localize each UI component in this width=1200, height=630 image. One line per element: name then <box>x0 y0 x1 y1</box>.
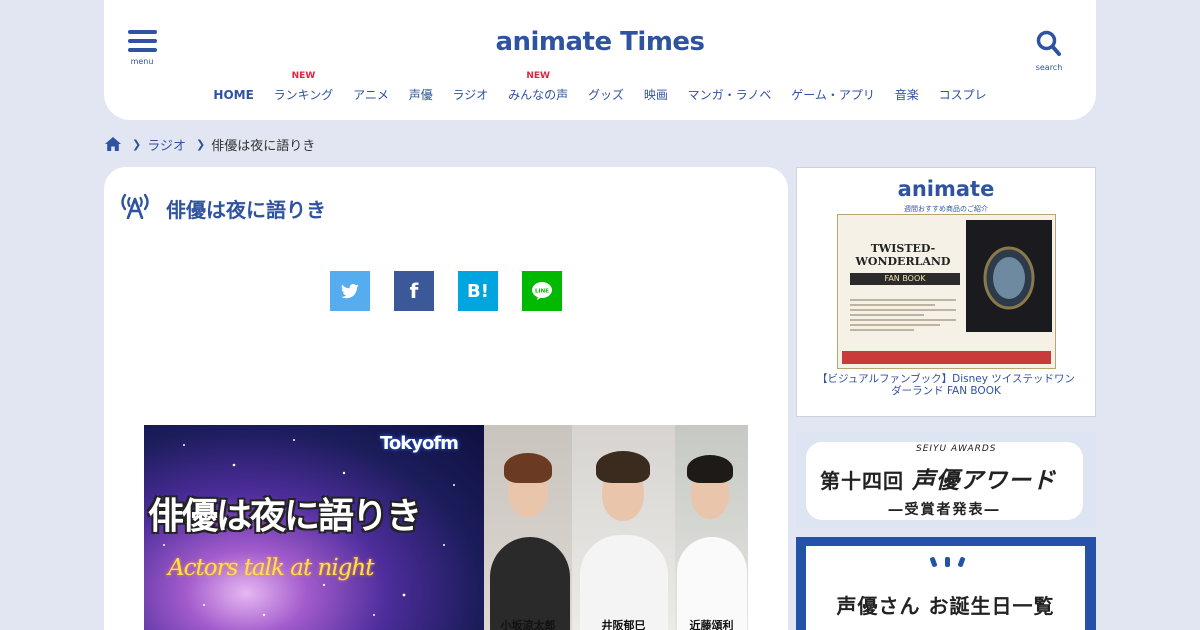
cast-name: 近藤頌利 <box>689 619 734 630</box>
global-nav: HOME NEW ランキング アニメ 声優 ラジオ NEW みんなの声 グッズ 映画… <box>104 71 1096 103</box>
cast-photo: 井阪郁巳 <box>572 425 675 630</box>
product-image: TWISTED-WONDERLAND FAN BOOK <box>837 214 1056 369</box>
line-icon: LINE <box>532 282 552 300</box>
nav-music[interactable]: 音楽 <box>895 86 919 103</box>
breadcrumb: ❯ ラジオ ❯ 俳優は夜に語りき <box>104 134 315 154</box>
home-icon[interactable] <box>104 136 122 152</box>
award-subtitle: ―受賞者発表― <box>888 502 1001 518</box>
nav-radio[interactable]: ラジオ <box>453 86 489 103</box>
cast-name: 井阪郁巳 <box>601 619 646 630</box>
line-share-button[interactable]: LINE <box>522 271 562 311</box>
site-logo[interactable]: animate Times <box>104 27 1096 57</box>
search-icon <box>1036 30 1061 56</box>
nav-label: アニメ <box>353 88 389 102</box>
animate-logo: animate <box>897 177 995 201</box>
nav-label: HOME <box>213 88 254 102</box>
nav-label: 音楽 <box>894 88 919 102</box>
ad-caption: 【ビジュアルファンブック】Disney ツイステッドワンダーランド FAN BO… <box>817 373 1075 397</box>
cast-photo: 近藤頌利 <box>675 425 748 630</box>
ad-tagline: 週間おすすめ商品のご紹介 <box>904 205 988 213</box>
book-title: TWISTED-WONDERLAND <box>855 242 951 268</box>
accent-mark <box>929 556 938 568</box>
nav-label: 声優 <box>408 88 433 102</box>
nav-label: マンガ・ラノベ <box>687 88 772 102</box>
book-band: FAN BOOK <box>850 273 960 285</box>
birthday-text: 声優さん お誕生日一覧 <box>836 594 1055 618</box>
site-header: menu animate Times search HOME NEW ランキング … <box>104 0 1096 120</box>
nav-cosplay[interactable]: コスプレ <box>939 86 987 103</box>
award-en: SEIYU AWARDS <box>916 444 997 454</box>
nav-manga[interactable]: マンガ・ラノベ <box>688 86 772 103</box>
main-content: 俳優は夜に語りき f B! LINE Tokyofm 俳優は夜に語りき Acto… <box>104 167 788 630</box>
mirror-art <box>983 246 1035 310</box>
nav-movie[interactable]: 映画 <box>644 86 668 103</box>
new-badge: NEW <box>526 71 550 81</box>
birthday-card: 声優さん お誕生日一覧 <box>806 546 1085 630</box>
nav-label: グッズ <box>587 88 624 102</box>
chevron-right-icon: ❯ <box>132 137 142 151</box>
award-prefix: 第十四回 <box>820 469 904 493</box>
product-ad[interactable]: animate 週間おすすめ商品のご紹介 TWISTED-WONDERLAND … <box>796 167 1096 417</box>
book-text-lines <box>850 299 956 334</box>
nav-goods[interactable]: グッズ <box>588 86 624 103</box>
nav-home[interactable]: HOME <box>213 88 253 102</box>
facebook-icon: f <box>409 279 419 303</box>
banner-subtitle: Actors talk at night <box>168 555 374 581</box>
banner-title: 俳優は夜に語りき <box>148 496 422 537</box>
menu-label: menu <box>130 57 154 66</box>
book-art <box>966 220 1052 332</box>
seiyu-awards-banner[interactable]: SEIYU AWARDS 第十四回 声優アワード ―受賞者発表― <box>796 432 1096 528</box>
nav-minna-no-koe[interactable]: NEW みんなの声 <box>508 71 569 103</box>
chevron-right-icon: ❯ <box>195 137 206 151</box>
facebook-share-button[interactable]: f <box>394 271 434 311</box>
accent-mark <box>945 557 950 567</box>
new-badge: NEW <box>291 71 316 81</box>
nav-label: 映画 <box>643 88 668 102</box>
nav-label: ゲーム・アプリ <box>791 88 875 102</box>
hatena-icon: B! <box>467 280 489 302</box>
nav-label: コスプレ <box>938 88 987 102</box>
twitter-share-button[interactable] <box>330 271 370 311</box>
nav-label: ラジオ <box>452 88 489 102</box>
breadcrumb-category[interactable]: ラジオ <box>147 135 186 154</box>
station-logo: Tokyofm <box>380 433 459 454</box>
nav-label: みんなの声 <box>508 88 569 102</box>
search-label: search <box>1035 63 1063 72</box>
radio-broadcast-icon <box>121 193 149 219</box>
nav-ranking[interactable]: NEW ランキング <box>273 71 334 103</box>
svg-text:LINE: LINE <box>535 289 549 295</box>
nav-label: ランキング <box>273 88 334 102</box>
seiyu-birthday-banner[interactable]: 声優さん お誕生日一覧 <box>796 537 1096 630</box>
cast-name: 小坂涼太郎 <box>500 619 556 630</box>
book-cover: TWISTED-WONDERLAND FAN BOOK <box>842 221 960 364</box>
breadcrumb-current: 俳優は夜に語りき <box>211 138 316 154</box>
award-name: 声優アワード <box>911 467 1056 494</box>
cast-photo: 小坂涼太郎 <box>484 425 572 630</box>
award-title: 第十四回 声優アワード <box>820 461 1056 495</box>
search-button[interactable]: search <box>1034 30 1064 72</box>
accent-mark <box>957 556 966 568</box>
book-notice-strip <box>842 351 1051 364</box>
twitter-icon <box>341 283 359 298</box>
nav-seiyu[interactable]: 声優 <box>409 86 433 103</box>
nav-game[interactable]: ゲーム・アプリ <box>791 86 875 103</box>
hatena-bookmark-button[interactable]: B! <box>458 271 498 311</box>
award-card: SEIYU AWARDS 第十四回 声優アワード ―受賞者発表― <box>806 442 1083 520</box>
nav-anime[interactable]: アニメ <box>353 86 389 103</box>
program-banner[interactable]: Tokyofm 俳優は夜に語りき Actors talk at night 小坂… <box>144 425 748 630</box>
page-title: 俳優は夜に語りき <box>166 198 326 222</box>
